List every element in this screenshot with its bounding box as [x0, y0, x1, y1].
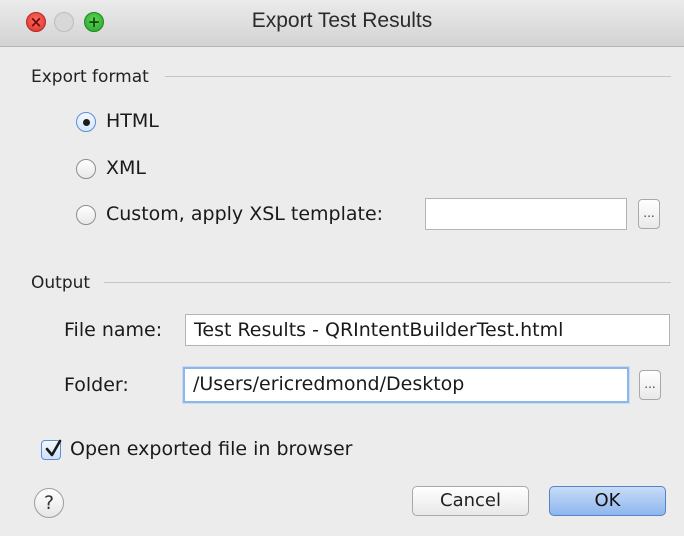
xsl-template-input[interactable]	[425, 198, 627, 230]
export-format-heading: Export format	[31, 67, 149, 87]
radio-custom-xsl-label[interactable]: Custom, apply XSL template:	[106, 203, 383, 225]
radio-html[interactable]	[76, 112, 96, 132]
folder-input[interactable]: /Users/ericredmond/Desktop	[183, 367, 629, 403]
radio-xml[interactable]	[76, 159, 96, 179]
radio-custom-xsl[interactable]	[76, 205, 96, 225]
radio-html-label[interactable]: HTML	[106, 110, 159, 132]
file-name-input[interactable]: Test Results - QRIntentBuilderTest.html	[185, 314, 670, 346]
window-title: Export Test Results	[251, 9, 433, 32]
title-bar: × + Export Test Results	[0, 0, 684, 47]
help-button[interactable]: ?	[34, 488, 64, 518]
file-name-label: File name:	[64, 319, 163, 341]
folder-label: Folder:	[64, 374, 129, 396]
radio-xml-label[interactable]: XML	[106, 157, 146, 179]
output-heading: Output	[31, 273, 91, 293]
xsl-browse-button[interactable]: ...	[638, 199, 660, 229]
checkmark-icon	[45, 439, 62, 457]
export-format-divider	[165, 76, 671, 77]
output-divider	[104, 282, 671, 283]
folder-browse-button[interactable]: ...	[639, 370, 661, 400]
open-in-browser-checkbox[interactable]	[41, 439, 62, 460]
open-in-browser-label[interactable]: Open exported file in browser	[70, 438, 352, 460]
cancel-button[interactable]: Cancel	[412, 486, 529, 516]
ok-button[interactable]: OK	[549, 486, 666, 516]
